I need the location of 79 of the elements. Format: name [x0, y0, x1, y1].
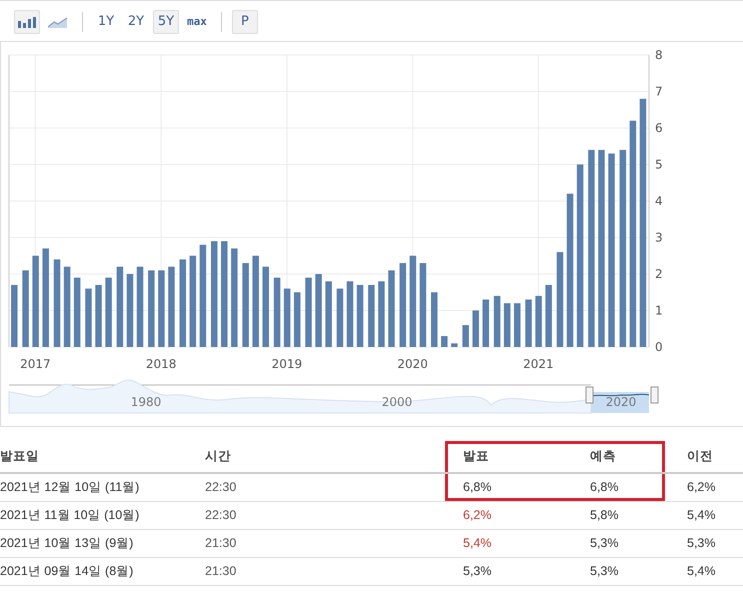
column-header: 이전 — [665, 441, 743, 474]
data-bar — [274, 278, 280, 347]
time-cell: 22:30 — [205, 474, 445, 502]
x-axis-label: 2021 — [523, 357, 554, 371]
data-bar — [284, 288, 290, 347]
range-button[interactable]: 5Y — [153, 10, 179, 34]
navigator-year-label: 2020 — [606, 395, 636, 409]
x-axis-label: 2020 — [397, 357, 428, 371]
column-header: 발표 — [445, 441, 560, 474]
y-axis-label: 8 — [655, 48, 663, 62]
data-bar — [378, 281, 385, 347]
date-cell: 2021년 11월 10일 (10월) — [0, 502, 205, 530]
range-handle[interactable] — [586, 386, 594, 404]
actual-cell: 6,8% — [445, 474, 560, 502]
actual-cell: 5,3% — [445, 558, 560, 586]
bar-chart-icon — [18, 16, 36, 28]
y-axis-label: 4 — [655, 194, 663, 208]
previous-cell: 6,2% — [665, 474, 743, 502]
x-axis-label: 2018 — [146, 357, 176, 371]
navigator-year-label: 2000 — [382, 395, 412, 409]
forecast-cell: 5,3% — [560, 558, 665, 586]
data-bar — [336, 288, 344, 347]
data-bar — [105, 278, 112, 347]
column-header: 시간 — [205, 441, 445, 474]
column-header: 예측 — [560, 441, 665, 474]
data-bar — [504, 303, 510, 347]
x-axis-label: 2019 — [272, 357, 302, 371]
data-bar — [325, 281, 332, 347]
data-bar — [525, 300, 532, 347]
y-axis-label: 3 — [655, 230, 663, 244]
data-bar — [441, 336, 448, 347]
y-axis-label: 0 — [655, 340, 663, 354]
y-axis-label: 1 — [655, 304, 663, 318]
data-bar — [431, 292, 438, 347]
data-bar — [305, 278, 312, 347]
actual-cell: 6,2% — [445, 502, 560, 530]
forecast-cell: 5,3% — [560, 530, 665, 558]
data-bar — [294, 292, 300, 347]
data-bar — [494, 296, 500, 347]
data-bar — [85, 288, 92, 347]
x-axis-label: 2017 — [20, 357, 51, 371]
data-bar — [95, 284, 102, 347]
date-cell: 2021년 09월 14일 (8월) — [0, 558, 205, 586]
forecast-cell: 6,8% — [560, 474, 665, 502]
data-bar — [472, 310, 479, 347]
data-bar — [368, 284, 375, 347]
range-handle[interactable] — [650, 386, 658, 404]
previous-cell: 5,3% — [665, 530, 743, 558]
range-button[interactable]: 2Y — [123, 10, 149, 34]
area-chart-icon — [48, 16, 68, 28]
time-cell: 21:30 — [205, 530, 445, 558]
forecast-cell: 5,8% — [560, 502, 665, 530]
print-button[interactable]: P — [232, 10, 258, 34]
data-bar — [346, 281, 354, 347]
data-bar — [11, 284, 18, 347]
data-bar — [356, 284, 364, 347]
range-button[interactable]: max — [183, 10, 211, 34]
bar-chart-button[interactable] — [14, 10, 40, 34]
date-cell: 2021년 10월 13일 (9월) — [0, 530, 205, 558]
column-header: 발표일 — [0, 441, 205, 474]
y-axis-label: 6 — [655, 121, 663, 135]
data-bar — [514, 303, 520, 347]
data-bar — [535, 296, 542, 347]
data-bar — [74, 278, 80, 347]
data-bar — [462, 325, 469, 347]
y-axis-label: 5 — [655, 158, 663, 172]
data-bar — [451, 343, 458, 347]
range-button[interactable]: 1Y — [93, 10, 119, 34]
y-axis-label: 2 — [655, 267, 663, 281]
data-bar — [482, 300, 490, 347]
y-axis-label: 7 — [655, 84, 663, 98]
previous-cell: 5,4% — [665, 558, 743, 586]
navigator-year-label: 1980 — [130, 395, 162, 409]
date-cell: 2021년 12월 10일 (11월) — [0, 474, 205, 502]
actual-cell: 5,4% — [445, 530, 560, 558]
time-cell: 21:30 — [205, 558, 445, 586]
data-bar — [545, 284, 552, 347]
time-cell: 22:30 — [205, 502, 445, 530]
previous-cell: 5,4% — [665, 502, 743, 530]
